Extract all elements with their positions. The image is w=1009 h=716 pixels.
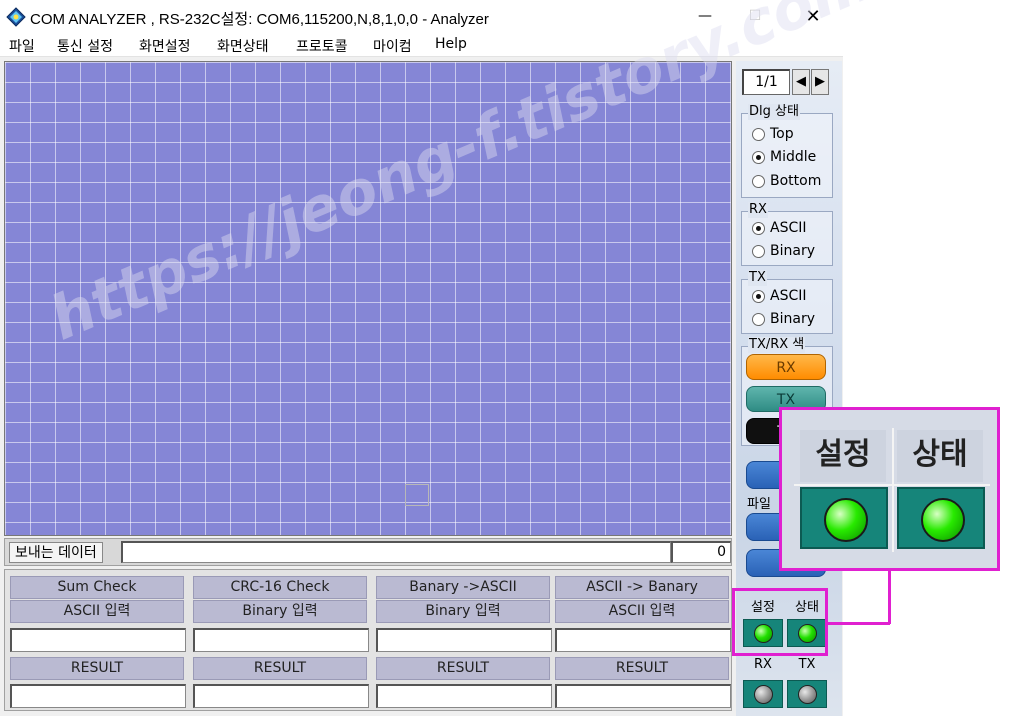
- radio-label: Binary: [770, 243, 815, 259]
- send-data-row: 보내는 데이터 0: [4, 538, 732, 566]
- rx-led: [743, 680, 783, 708]
- converter-title[interactable]: ASCII -> Banary: [555, 576, 729, 599]
- arrow-right-icon: ▶: [815, 74, 825, 89]
- converter-input-field[interactable]: [376, 628, 552, 652]
- rx-color-button[interactable]: RX: [746, 354, 826, 380]
- send-byte-count: 0: [671, 541, 731, 563]
- title-bar: COM ANALYZER , RS-232C설정: COM6,115200,N,…: [0, 0, 843, 33]
- converter-panel: Sum Check ASCII 입력 RESULT CRC-16 Check B…: [4, 569, 732, 711]
- zoom-setting-label: 설정: [800, 430, 886, 482]
- radio-tx-ascii[interactable]: ASCII: [752, 286, 834, 306]
- send-data-input[interactable]: [121, 541, 671, 563]
- radio-tx-binary[interactable]: Binary: [752, 309, 834, 329]
- radio-dlg-middle[interactable]: Middle: [752, 147, 834, 167]
- minimize-button[interactable]: —: [682, 0, 728, 33]
- app-diamond-icon: [6, 7, 26, 27]
- group-title: TX: [748, 270, 767, 286]
- led-on-icon: [824, 498, 868, 542]
- highlight-box: [732, 588, 828, 656]
- file-group-title: 파일: [747, 497, 771, 512]
- led-off-icon: [798, 685, 817, 704]
- converter-sum-check: Sum Check ASCII 입력 RESULT: [10, 574, 188, 710]
- led-off-icon: [754, 685, 773, 704]
- next-page-button[interactable]: ▶: [811, 69, 829, 95]
- send-data-label: 보내는 데이터: [9, 542, 103, 563]
- led-on-icon: [921, 498, 965, 542]
- dlg-state-group: Dlg 상태 Top Middle Bottom: [741, 104, 834, 198]
- radio-icon: [752, 128, 765, 141]
- radio-label: ASCII: [770, 288, 807, 304]
- radio-label: Middle: [770, 149, 817, 165]
- radio-icon: [752, 313, 765, 326]
- radio-rx-binary[interactable]: Binary: [752, 241, 834, 261]
- converter-ascii-to-binary: ASCII -> Banary ASCII 입력 RESULT: [555, 574, 733, 710]
- maximize-button[interactable]: ☐: [732, 0, 778, 33]
- group-title: RX: [748, 202, 768, 218]
- menu-protocol[interactable]: 프로토콜: [296, 36, 348, 56]
- converter-input-label: ASCII 입력: [10, 600, 184, 623]
- rx-indicator-label: RX: [754, 657, 772, 672]
- converter-title[interactable]: Sum Check: [10, 576, 184, 599]
- converter-title[interactable]: CRC-16 Check: [193, 576, 367, 599]
- radio-selected-icon: [752, 151, 765, 164]
- zoom-status-label: 상태: [897, 430, 983, 482]
- converter-binary-to-ascii: Banary ->ASCII Binary 입력 RESULT: [376, 574, 554, 710]
- radio-icon: [752, 245, 765, 258]
- menu-screen-settings[interactable]: 화면설정: [139, 36, 191, 56]
- converter-input-field[interactable]: [193, 628, 369, 652]
- converter-input-field[interactable]: [10, 628, 186, 652]
- converter-result-field[interactable]: [10, 684, 186, 708]
- menu-bar: 파일 통신 설정 화면설정 화면상태 프로토콜 마이컴 Help: [0, 33, 843, 57]
- radio-dlg-bottom[interactable]: Bottom: [752, 171, 834, 191]
- radio-dlg-top[interactable]: Top: [752, 124, 834, 144]
- converter-result-field[interactable]: [555, 684, 731, 708]
- radio-icon: [752, 175, 765, 188]
- converter-result-label: RESULT: [376, 657, 550, 680]
- converter-input-label: ASCII 입력: [555, 600, 729, 623]
- converter-result-field[interactable]: [193, 684, 369, 708]
- converter-input-label: Binary 입력: [193, 600, 367, 623]
- page-indicator: 1/1: [742, 69, 790, 95]
- converter-title[interactable]: Banary ->ASCII: [376, 576, 550, 599]
- converter-input-label: Binary 입력: [376, 600, 550, 623]
- radio-selected-icon: [752, 290, 765, 303]
- magnified-callout: 설정 상태: [779, 407, 1000, 571]
- converter-result-label: RESULT: [193, 657, 367, 680]
- callout-connector: [888, 568, 891, 624]
- menu-file[interactable]: 파일: [9, 36, 35, 56]
- callout-connector: [828, 622, 890, 625]
- radio-label: Bottom: [770, 173, 822, 189]
- rx-mode-group: RX ASCII Binary: [741, 202, 834, 266]
- converter-result-field[interactable]: [376, 684, 552, 708]
- close-button[interactable]: ✕: [790, 0, 836, 33]
- menu-comm-settings[interactable]: 통신 설정: [57, 36, 113, 56]
- window-title: COM ANALYZER , RS-232C설정: COM6,115200,N,…: [30, 11, 489, 28]
- arrow-left-icon: ◀: [796, 74, 806, 89]
- converter-result-label: RESULT: [555, 657, 729, 680]
- radio-label: Top: [770, 126, 794, 142]
- cursor-cell: [405, 484, 429, 506]
- tx-mode-group: TX ASCII Binary: [741, 270, 834, 334]
- zoom-setting-led: [800, 487, 888, 549]
- menu-microcom[interactable]: 마이컴: [373, 36, 412, 56]
- radio-rx-ascii[interactable]: ASCII: [752, 218, 834, 238]
- menu-screen-status[interactable]: 화면상태: [217, 36, 269, 56]
- converter-input-field[interactable]: [555, 628, 731, 652]
- data-display-grid[interactable]: [4, 61, 732, 536]
- app-window: COM ANALYZER , RS-232C설정: COM6,115200,N,…: [0, 0, 843, 716]
- radio-label: Binary: [770, 311, 815, 327]
- group-title: TX/RX 색: [748, 337, 806, 353]
- radio-selected-icon: [752, 222, 765, 235]
- tx-led: [787, 680, 827, 708]
- tx-indicator-label: TX: [798, 657, 816, 672]
- converter-crc16-check: CRC-16 Check Binary 입력 RESULT: [193, 574, 371, 710]
- menu-help[interactable]: Help: [435, 36, 467, 52]
- prev-page-button[interactable]: ◀: [792, 69, 810, 95]
- radio-label: ASCII: [770, 220, 807, 236]
- zoom-status-led: [897, 487, 985, 549]
- callout-divider: [892, 428, 894, 552]
- group-title: Dlg 상태: [748, 104, 800, 120]
- converter-result-label: RESULT: [10, 657, 184, 680]
